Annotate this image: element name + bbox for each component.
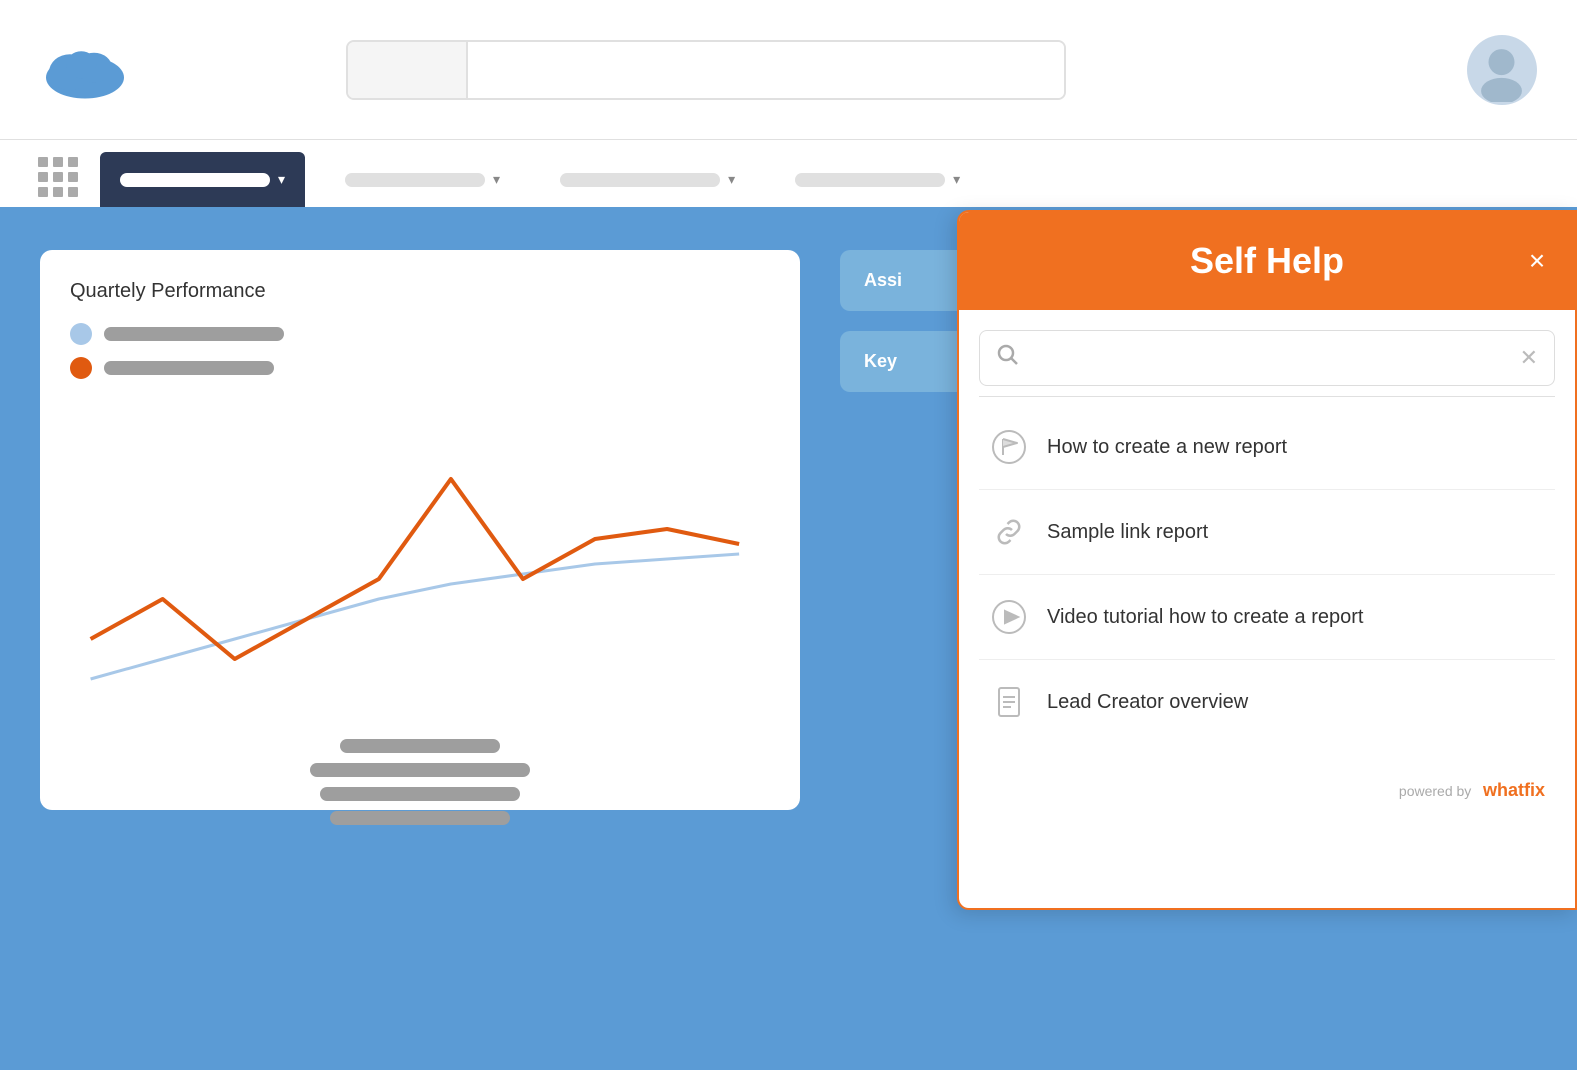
self-help-close-button[interactable]: × [1519,243,1555,279]
chart-footer-line-3 [330,811,510,825]
self-help-search-box[interactable]: ✕ [979,330,1555,386]
grid-dot [38,187,48,197]
chart-footer-line-1 [310,763,530,777]
chevron-down-icon: ▾ [278,171,285,188]
doc-icon [989,682,1029,722]
chart-legend [70,323,770,379]
powered-by-label: powered by [1399,783,1471,799]
nav-tab-active[interactable]: ▾ [100,152,305,207]
chevron-down-icon: ▾ [728,171,735,188]
nav-tab-4[interactable]: ▾ [775,152,980,207]
flag-icon [989,427,1029,467]
whatfix-brand-label: whatfix [1483,780,1545,800]
help-item-text-4: Lead Creator overview [1047,691,1248,714]
legend-label-1 [104,327,284,341]
main-content: Quartely Performance [0,210,1577,1070]
panel-card-title-2: Key [864,351,897,371]
chart-footer-line-2 [320,787,520,801]
help-item-text-3: Video tutorial how to create a report [1047,606,1363,629]
grid-dot [38,172,48,182]
help-item-4[interactable]: Lead Creator overview [979,660,1555,744]
nav-tab-label [560,173,720,187]
chart-card: Quartely Performance [40,250,800,810]
grid-dot [53,172,63,182]
self-help-title: Self Help [1190,240,1344,282]
nav-tab-3[interactable]: ▾ [540,152,755,207]
grid-dot [68,172,78,182]
grid-dot [53,187,63,197]
help-item-2[interactable]: Sample link report [979,490,1555,575]
top-navigation [0,0,1577,140]
logo [40,35,130,105]
legend-dot-blue [70,323,92,345]
self-help-body: ✕ How to create a new report [959,310,1575,764]
play-icon [989,597,1029,637]
line-chart [70,399,770,719]
user-avatar-container [1467,35,1537,105]
chart-footer [70,739,770,825]
nav-tab-label [345,173,485,187]
help-item-1[interactable]: How to create a new report [979,405,1555,490]
search-bar-container [346,40,1066,100]
grid-dot [38,157,48,167]
link-icon [989,512,1029,552]
secondary-navigation: ▾ ▾ ▾ ▾ [0,140,1577,210]
grid-dot [53,157,63,167]
search-bar-input[interactable] [468,42,1064,98]
chevron-down-icon: ▾ [493,171,500,188]
legend-item-1 [70,323,770,345]
grid-dot [68,187,78,197]
divider [979,396,1555,397]
grid-apps-icon[interactable] [30,149,80,199]
search-bar[interactable] [346,40,1066,100]
search-bar-tab[interactable] [348,42,468,98]
self-help-header: Self Help × [959,212,1575,310]
help-item-text-1: How to create a new report [1047,436,1287,459]
legend-label-2 [104,361,274,375]
search-clear-icon[interactable]: ✕ [1520,345,1538,371]
grid-dot [68,157,78,167]
panel-card-title-1: Assi [864,270,902,290]
search-icon [996,343,1020,373]
chart-title: Quartely Performance [70,280,770,303]
legend-item-2 [70,357,770,379]
self-help-footer: powered by whatfix [959,764,1575,817]
chart-footer-bar [340,739,500,753]
nav-tab-2[interactable]: ▾ [325,152,520,207]
help-item-text-2: Sample link report [1047,521,1208,544]
self-help-panel: Self Help × ✕ [957,210,1577,910]
nav-tab-label [120,173,270,187]
user-avatar[interactable] [1467,35,1537,105]
help-item-3[interactable]: Video tutorial how to create a report [979,575,1555,660]
search-input[interactable] [1032,348,1508,368]
chevron-down-icon: ▾ [953,171,960,188]
legend-dot-orange [70,357,92,379]
nav-tab-label [795,173,945,187]
